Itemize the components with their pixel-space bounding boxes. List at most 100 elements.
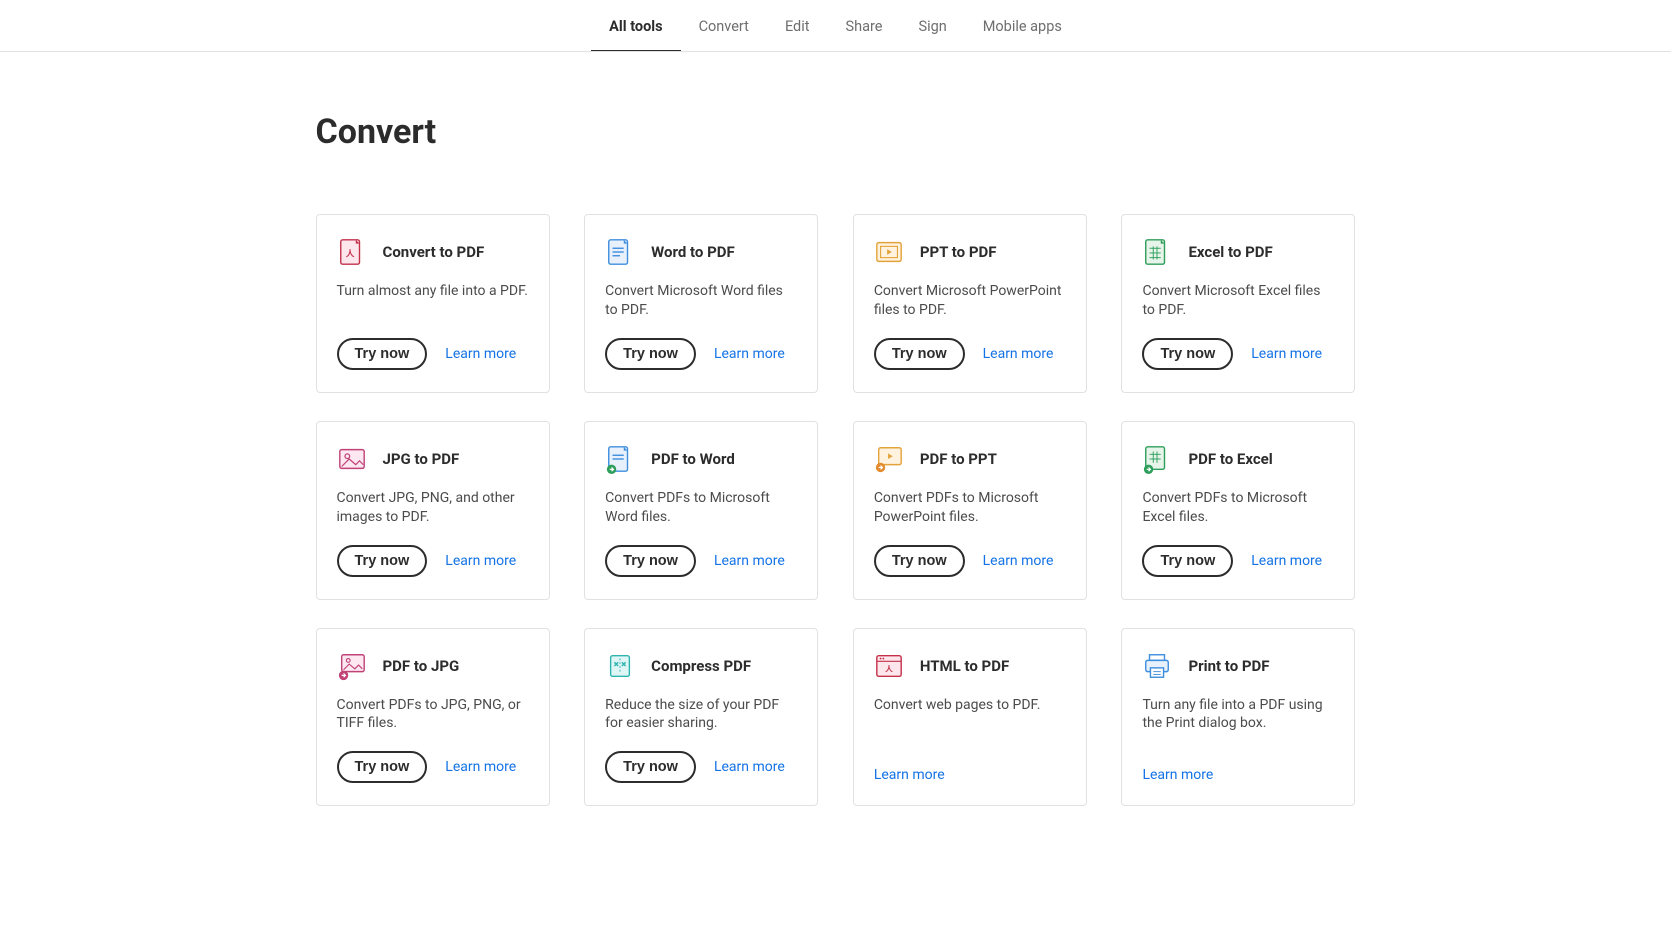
tab-convert[interactable]: Convert [681,4,767,51]
try-now-button[interactable]: Try now [874,545,965,577]
card-head: PDF to Word [605,444,797,474]
tab-edit[interactable]: Edit [767,4,828,51]
try-now-button[interactable]: Try now [605,338,696,370]
card-title: Convert to PDF [383,243,485,261]
card-actions: Try now Learn more [605,338,797,370]
card-head: PDF to JPG [337,651,529,681]
tab-mobile-apps[interactable]: Mobile apps [965,4,1080,51]
learn-more-link[interactable]: Learn more [1142,767,1213,783]
card-actions: Try now Learn more [337,338,529,370]
card-head: Print to PDF [1142,651,1334,681]
try-now-button[interactable]: Try now [337,751,428,783]
card-actions: Try now Learn more [1142,338,1334,370]
card-title: PDF to PPT [920,450,997,468]
card-title: PDF to Word [651,450,735,468]
card-actions: Try now Learn more [605,751,797,783]
pdf-to-ppt-icon [874,444,904,474]
try-now-button[interactable]: Try now [1142,338,1233,370]
card-desc: Convert PDFs to Microsoft Word files. [605,489,797,527]
learn-more-link[interactable]: Learn more [983,346,1054,362]
learn-more-link[interactable]: Learn more [714,759,785,775]
card-title: PDF to Excel [1188,450,1272,468]
svg-text:人: 人 [885,664,893,673]
card-desc: Convert Microsoft PowerPoint files to PD… [874,282,1066,320]
html-to-pdf-icon: 人 [874,651,904,681]
card-pdf-to-jpg[interactable]: PDF to JPG Convert PDFs to JPG, PNG, or … [316,628,550,807]
card-title: Compress PDF [651,657,751,675]
card-desc: Convert PDFs to JPG, PNG, or TIFF files. [337,696,529,734]
word-to-pdf-icon [605,237,635,267]
card-desc: Turn any file into a PDF using the Print… [1142,696,1334,750]
card-actions: Try now Learn more [337,545,529,577]
learn-more-link[interactable]: Learn more [983,553,1054,569]
card-desc: Convert PDFs to Microsoft PowerPoint fil… [874,489,1066,527]
try-now-button[interactable]: Try now [1142,545,1233,577]
learn-more-link[interactable]: Learn more [1251,553,1322,569]
card-ppt-to-pdf[interactable]: PPT to PDF Convert Microsoft PowerPoint … [853,214,1087,393]
learn-more-link[interactable]: Learn more [1251,346,1322,362]
card-word-to-pdf[interactable]: Word to PDF Convert Microsoft Word files… [584,214,818,393]
tabs-bar: All tools Convert Edit Share Sign Mobile… [0,4,1671,52]
card-actions: Try now Learn more [337,751,529,783]
card-print-to-pdf[interactable]: Print to PDF Turn any file into a PDF us… [1121,628,1355,807]
card-head: 人 Convert to PDF [337,237,529,267]
card-head: Word to PDF [605,237,797,267]
card-actions: Try now Learn more [874,338,1066,370]
learn-more-link[interactable]: Learn more [445,759,516,775]
card-pdf-to-ppt[interactable]: PDF to PPT Convert PDFs to Microsoft Pow… [853,421,1087,600]
card-actions: Try now Learn more [605,545,797,577]
print-to-pdf-icon [1142,651,1172,681]
card-desc: Convert PDFs to Microsoft Excel files. [1142,489,1334,527]
pdf-to-jpg-icon [337,651,367,681]
card-head: Compress PDF [605,651,797,681]
compress-pdf-icon [605,651,635,681]
try-now-button[interactable]: Try now [874,338,965,370]
card-jpg-to-pdf[interactable]: JPG to PDF Convert JPG, PNG, and other i… [316,421,550,600]
section-title: Convert [316,112,1356,152]
card-actions: Try now Learn more [1142,545,1334,577]
card-title: HTML to PDF [920,657,1009,675]
card-pdf-to-word[interactable]: PDF to Word Convert PDFs to Microsoft Wo… [584,421,818,600]
card-head: Excel to PDF [1142,237,1334,267]
cards-grid: 人 Convert to PDF Turn almost any file in… [316,214,1356,806]
card-head: JPG to PDF [337,444,529,474]
tab-share[interactable]: Share [828,4,901,51]
learn-more-link[interactable]: Learn more [445,346,516,362]
try-now-button[interactable]: Try now [605,751,696,783]
card-title: PPT to PDF [920,243,997,261]
card-head: PDF to PPT [874,444,1066,474]
try-now-button[interactable]: Try now [605,545,696,577]
card-html-to-pdf[interactable]: 人 HTML to PDF Convert web pages to PDF. … [853,628,1087,807]
card-head: PPT to PDF [874,237,1066,267]
card-title: Word to PDF [651,243,735,261]
card-desc: Convert web pages to PDF. [874,696,1066,750]
card-title: Excel to PDF [1188,243,1272,261]
card-convert-to-pdf[interactable]: 人 Convert to PDF Turn almost any file in… [316,214,550,393]
ppt-to-pdf-icon [874,237,904,267]
try-now-button[interactable]: Try now [337,545,428,577]
try-now-button[interactable]: Try now [337,338,428,370]
jpg-to-pdf-icon [337,444,367,474]
card-head: 人 HTML to PDF [874,651,1066,681]
learn-more-link[interactable]: Learn more [445,553,516,569]
card-desc: Turn almost any file into a PDF. [337,282,529,320]
learn-more-link[interactable]: Learn more [714,346,785,362]
card-actions: Learn more [874,767,1066,783]
card-compress-pdf[interactable]: Compress PDF Reduce the size of your PDF… [584,628,818,807]
learn-more-link[interactable]: Learn more [874,767,945,783]
learn-more-link[interactable]: Learn more [714,553,785,569]
card-head: PDF to Excel [1142,444,1334,474]
svg-text:人: 人 [345,249,354,260]
convert-to-pdf-icon: 人 [337,237,367,267]
card-desc: Convert Microsoft Word files to PDF. [605,282,797,320]
tab-sign[interactable]: Sign [900,4,964,51]
card-excel-to-pdf[interactable]: Excel to PDF Convert Microsoft Excel fil… [1121,214,1355,393]
card-desc: Convert Microsoft Excel files to PDF. [1142,282,1334,320]
card-title: PDF to JPG [383,657,460,675]
card-title: Print to PDF [1188,657,1269,675]
excel-to-pdf-icon [1142,237,1172,267]
main-container: Convert 人 Convert to PDF Turn almost any… [316,52,1356,846]
card-title: JPG to PDF [383,450,460,468]
card-pdf-to-excel[interactable]: PDF to Excel Convert PDFs to Microsoft E… [1121,421,1355,600]
tab-all-tools[interactable]: All tools [591,4,680,51]
